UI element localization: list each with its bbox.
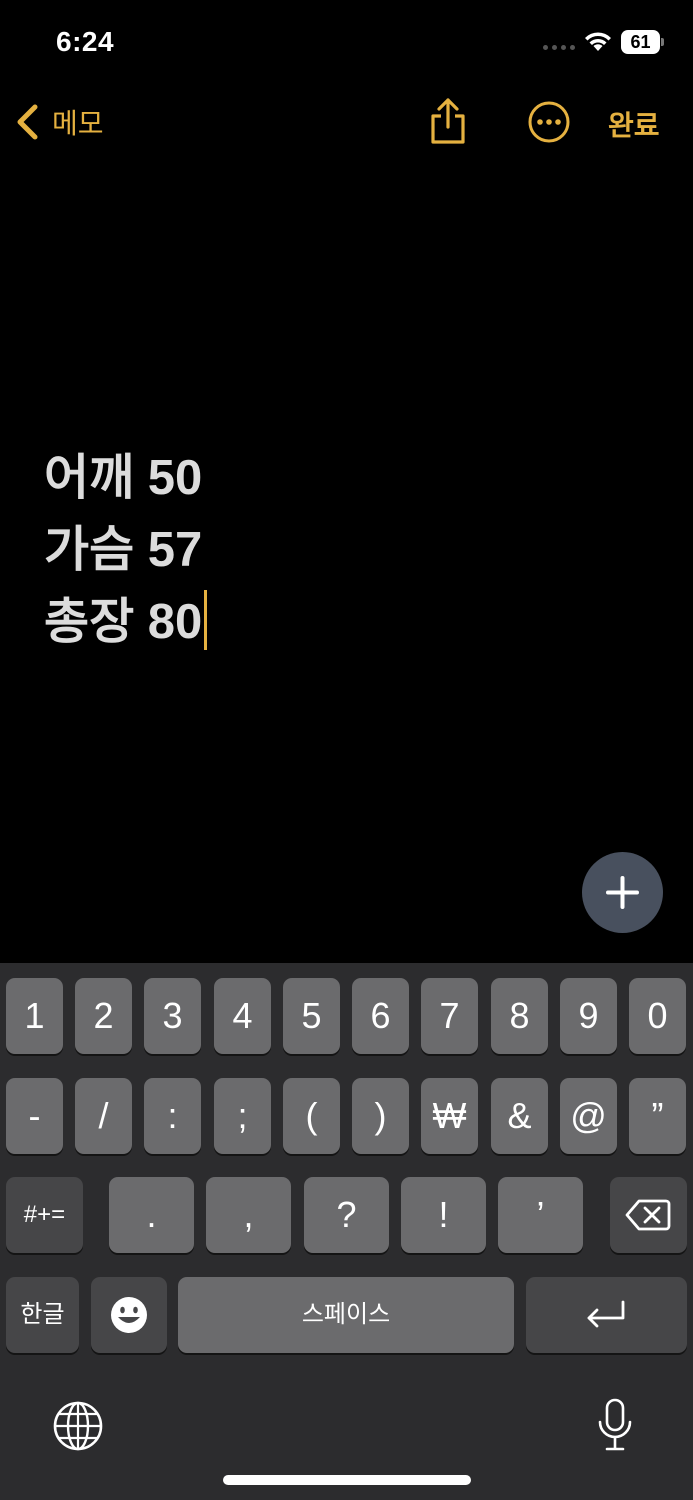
key[interactable]: 5 (283, 978, 340, 1054)
key[interactable]: ” (629, 1078, 686, 1154)
battery-icon: 61 (621, 30, 665, 54)
key[interactable]: , (206, 1177, 291, 1253)
globe-icon[interactable] (52, 1400, 104, 1452)
add-button[interactable] (582, 852, 663, 933)
key[interactable]: : (144, 1078, 201, 1154)
key-label: ” (651, 1095, 664, 1136)
emoji-icon (111, 1297, 147, 1333)
plus-icon (606, 876, 639, 909)
status-bar: 6:24 61 (0, 0, 693, 88)
key-label: 스페이스 (301, 1301, 391, 1328)
key[interactable]: ; (214, 1078, 271, 1154)
text-cursor (204, 590, 208, 650)
key-label: ( (305, 1095, 318, 1136)
key[interactable]: 1 (6, 978, 63, 1054)
return-icon (587, 1300, 625, 1328)
note-editor[interactable]: 어깨 50 가슴 57 총장 80 (44, 446, 644, 662)
key[interactable]: ₩ (421, 1078, 478, 1154)
home-indicator[interactable] (223, 1475, 471, 1485)
key[interactable]: 0 (629, 978, 686, 1054)
delete-icon (625, 1199, 671, 1231)
key-label: ! (438, 1194, 449, 1235)
key-label: ₩ (432, 1095, 467, 1136)
note-line: 가슴 57 (44, 518, 644, 590)
key[interactable]: ? (304, 1177, 389, 1253)
chevron-left-icon (17, 104, 38, 140)
note-line-text: 어깨 50 (44, 451, 203, 505)
key[interactable]: 9 (560, 978, 617, 1054)
key-label: 9 (578, 995, 599, 1036)
key-label: 한글 (20, 1301, 65, 1328)
language-key[interactable]: 한글 (6, 1277, 79, 1353)
key-label: 5 (301, 995, 322, 1036)
space-key[interactable]: 스페이스 (178, 1277, 514, 1353)
key-label: 3 (162, 995, 183, 1036)
mic-icon[interactable] (597, 1398, 633, 1454)
status-time: 6:24 (56, 26, 115, 57)
return-key[interactable] (526, 1277, 687, 1353)
key-label: 6 (370, 995, 391, 1036)
key[interactable]: ’ (498, 1177, 583, 1253)
note-line-text: 가슴 57 (44, 523, 203, 577)
done-button[interactable]: 완료 (608, 104, 660, 144)
key-label: . (146, 1194, 157, 1235)
key-label: ) (374, 1095, 387, 1136)
key[interactable]: @ (560, 1078, 617, 1154)
key[interactable]: - (6, 1078, 63, 1154)
key[interactable]: . (109, 1177, 194, 1253)
key[interactable]: & (491, 1078, 548, 1154)
note-line-text: 총장 80 (44, 595, 203, 649)
key-label: ? (336, 1194, 357, 1235)
key[interactable]: 7 (421, 978, 478, 1054)
key-label: & (507, 1095, 532, 1136)
note-line: 어깨 50 (44, 446, 644, 518)
back-button[interactable]: 메모 (14, 102, 104, 142)
emoji-key[interactable] (91, 1277, 167, 1353)
key-label: ; (237, 1095, 248, 1136)
share-icon[interactable] (427, 96, 469, 146)
key[interactable]: 2 (75, 978, 132, 1054)
key-label: 1 (24, 995, 45, 1036)
key[interactable]: 3 (144, 978, 201, 1054)
nav-bar: 메모 완료 (0, 88, 693, 158)
key-label: / (98, 1095, 109, 1136)
key-label: #+= (23, 1201, 66, 1228)
key-label: - (28, 1095, 41, 1136)
key-label: ’ (536, 1194, 545, 1235)
key-label: 4 (232, 995, 253, 1036)
key-label: : (167, 1095, 178, 1136)
delete-key[interactable] (610, 1177, 687, 1253)
back-label: 메모 (52, 108, 104, 139)
key-label: 0 (647, 995, 668, 1036)
key-label: 2 (93, 995, 114, 1036)
key-label: 7 (439, 995, 460, 1036)
key[interactable]: ! (401, 1177, 486, 1253)
key-label: @ (570, 1095, 607, 1136)
key[interactable]: 6 (352, 978, 409, 1054)
key[interactable]: 4 (214, 978, 271, 1054)
symbols-key[interactable]: #+= (6, 1177, 83, 1253)
key[interactable]: / (75, 1078, 132, 1154)
wifi-icon (585, 32, 611, 51)
key[interactable]: ( (283, 1078, 340, 1154)
note-line: 총장 80 (44, 590, 644, 662)
cellular-signal-icon (543, 45, 575, 53)
more-icon[interactable] (527, 100, 571, 144)
key-label: , (243, 1194, 254, 1235)
key[interactable]: ) (352, 1078, 409, 1154)
battery-level: 61 (621, 30, 660, 54)
key-label: 8 (509, 995, 530, 1036)
key[interactable]: 8 (491, 978, 548, 1054)
